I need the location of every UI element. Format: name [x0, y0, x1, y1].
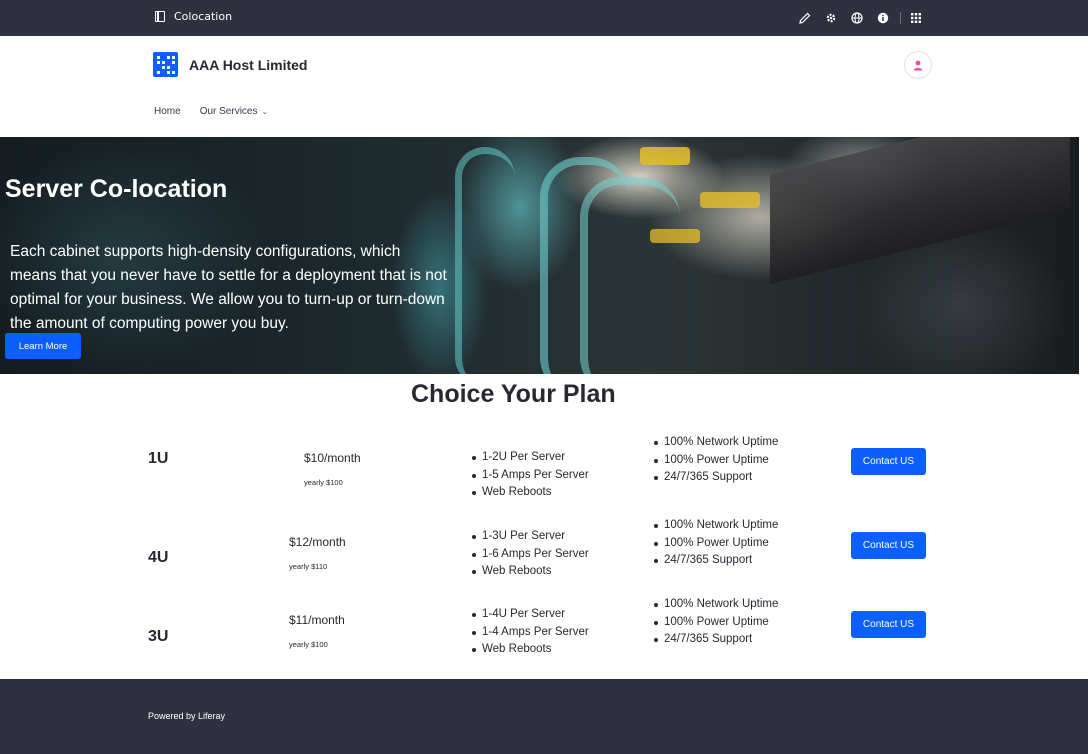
plan-features-list: 1-3U Per Server 1-6 Amps Per Server Web … [472, 528, 589, 581]
list-item: Web Reboots [472, 641, 589, 659]
plan-guarantees-list: 100% Network Uptime 100% Power Uptime 24… [654, 517, 778, 570]
control-bar-title-group: Colocation [155, 10, 232, 23]
list-item: 1-3U Per Server [472, 528, 589, 546]
page-title: Colocation [174, 10, 233, 23]
plan-guarantees-list: 100% Network Uptime 100% Power Uptime 24… [654, 434, 778, 487]
list-item: 1-4U Per Server [472, 606, 589, 624]
powered-by-text[interactable]: Powered by Liferay [148, 711, 225, 721]
nav-item-our-services[interactable]: Our Services ⌄ [200, 106, 269, 117]
list-item: Web Reboots [472, 484, 589, 502]
plan-price: $10/month [304, 451, 361, 465]
contact-us-button[interactable]: Contact US [851, 532, 926, 559]
list-item: 100% Power Uptime [654, 452, 778, 470]
list-item: 100% Network Uptime [654, 517, 778, 535]
nav-item-home[interactable]: Home [154, 106, 181, 117]
chevron-down-icon: ⌄ [261, 107, 269, 116]
list-item: 1-4 Amps Per Server [472, 624, 589, 642]
toolbar-divider [900, 12, 901, 24]
list-item: 1-6 Amps Per Server [472, 546, 589, 564]
globe-icon [851, 12, 863, 24]
site-header: AAA Host Limited Home Our Services ⌄ [0, 36, 1088, 137]
info-button[interactable] [874, 9, 892, 27]
plan-price: $11/month [289, 613, 345, 627]
user-icon [913, 60, 923, 70]
hero-banner: Server Co-location Each cabinet supports… [0, 137, 1079, 374]
list-item: 24/7/365 Support [654, 469, 778, 487]
list-item: 100% Network Uptime [654, 434, 778, 452]
plan-features-list: 1-2U Per Server 1-5 Amps Per Server Web … [472, 449, 589, 502]
nav-item-label: Our Services [199, 106, 258, 117]
contact-us-button[interactable]: Contact US [851, 448, 926, 475]
control-bar: Colocation [0, 0, 1088, 36]
info-icon [877, 12, 889, 24]
plan-guarantees-list: 100% Network Uptime 100% Power Uptime 24… [654, 596, 778, 649]
learn-more-button[interactable]: Learn More [5, 333, 81, 359]
language-button[interactable] [848, 9, 866, 27]
sidebar-toggle-icon[interactable] [155, 11, 165, 22]
list-item: 1-5 Amps Per Server [472, 467, 589, 485]
applications-menu-button[interactable] [907, 9, 925, 27]
plan-name: 4U [148, 549, 169, 566]
list-item: 100% Network Uptime [654, 596, 778, 614]
control-bar-tools [796, 9, 933, 27]
settings-button[interactable] [822, 9, 840, 27]
nav-item-label: Home [154, 106, 181, 117]
plan-yearly-price: yearly $110 [289, 562, 328, 571]
hero-title: Server Co-location [5, 175, 228, 203]
list-item: 24/7/365 Support [654, 631, 778, 649]
site-name[interactable]: AAA Host Limited [189, 57, 307, 73]
site-logo[interactable] [153, 52, 178, 77]
contact-us-button[interactable]: Contact US [851, 611, 926, 638]
list-item: Web Reboots [472, 563, 589, 581]
plan-price: $12/month [289, 535, 346, 549]
plan-name: 3U [148, 628, 169, 645]
main-navigation: Home Our Services ⌄ [154, 106, 268, 117]
plan-features-list: 1-4U Per Server 1-4 Amps Per Server Web … [472, 606, 589, 659]
pencil-icon [799, 12, 811, 24]
plans-title: Choice Your Plan [411, 380, 616, 408]
site-footer: Powered by Liferay [0, 679, 1088, 754]
edit-button[interactable] [796, 9, 814, 27]
hero-description: Each cabinet supports high-density confi… [10, 243, 447, 332]
gear-icon [826, 13, 836, 23]
apps-grid-icon [911, 13, 921, 23]
list-item: 24/7/365 Support [654, 552, 778, 570]
list-item: 100% Power Uptime [654, 614, 778, 632]
list-item: 1-2U Per Server [472, 449, 589, 467]
plan-yearly-price: yearly $100 [304, 478, 343, 487]
list-item: 100% Power Uptime [654, 535, 778, 553]
user-avatar[interactable] [904, 51, 932, 79]
plan-name: 1U [148, 450, 169, 467]
plan-yearly-price: yearly $100 [289, 640, 328, 649]
